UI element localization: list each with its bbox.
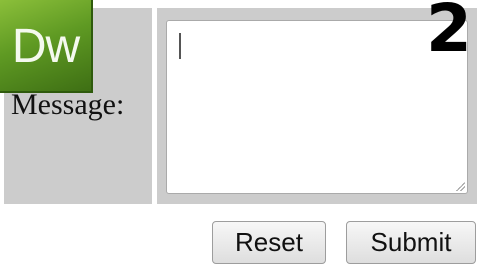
resize-grip-icon[interactable] [455, 181, 465, 191]
reset-button[interactable]: Reset [212, 221, 326, 264]
message-textarea[interactable] [166, 20, 468, 194]
message-label: Message: [11, 88, 125, 121]
step-number-overlay: 2 [426, 0, 472, 67]
text-cursor [179, 33, 181, 59]
dreamweaver-logo-icon: Dw [0, 0, 93, 93]
submit-button[interactable]: Submit [346, 221, 476, 264]
